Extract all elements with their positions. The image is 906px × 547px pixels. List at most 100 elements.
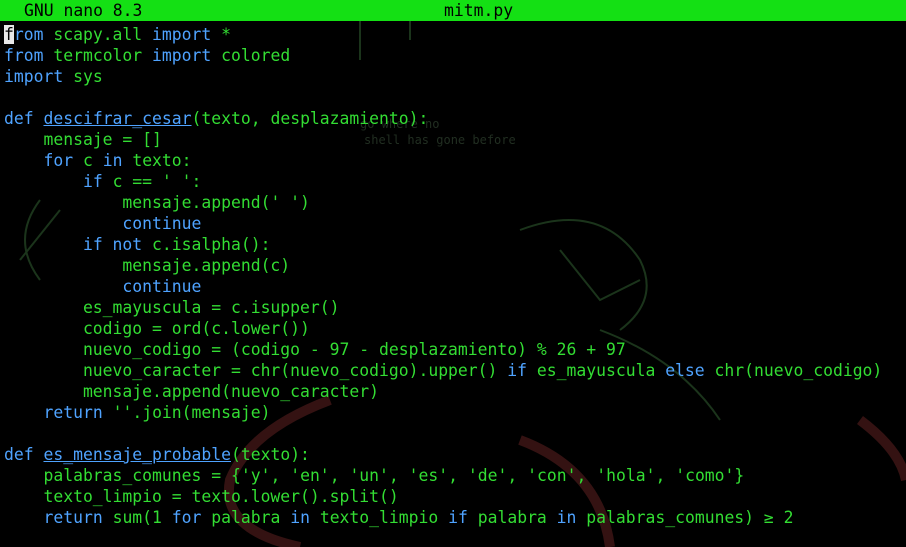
- code-token: 'con': [527, 466, 577, 485]
- code-line: codigo = ord(c.lower()): [4, 318, 882, 339]
- code-token: '': [112, 403, 133, 422]
- code-token: for: [43, 151, 74, 170]
- code-token: mensaje = []: [4, 130, 162, 149]
- code-token: ,: [448, 466, 468, 485]
- code-token: in: [556, 508, 577, 527]
- code-token: nuevo_caracter = chr(nuevo_codigo).upper…: [4, 361, 508, 380]
- code-token: palabra: [201, 508, 291, 527]
- code-token: ): [300, 193, 310, 212]
- code-token: colored: [211, 46, 291, 65]
- code-token: 'es': [408, 466, 449, 485]
- code-token: scapy.all: [43, 25, 153, 44]
- code-token: ,: [388, 466, 409, 485]
- code-line: mensaje.append(nuevo_caracter): [4, 381, 882, 402]
- code-token: ,: [576, 466, 597, 485]
- code-token: else: [665, 361, 705, 380]
- code-token: ,: [655, 466, 676, 485]
- code-token: palabras_comunes = {: [4, 466, 241, 485]
- code-line: mensaje.append(' '): [4, 192, 882, 213]
- code-token: continue: [122, 214, 202, 233]
- code-token: def: [4, 445, 34, 464]
- code-token: c.isalpha():: [142, 235, 271, 254]
- code-token: ' ': [161, 172, 192, 191]
- code-token: nuevo_codigo = (codigo - 97 - desplazami…: [4, 340, 626, 359]
- code-token: chr(nuevo_codigo): [704, 361, 883, 380]
- code-token: palabras_comunes) ≥ 2: [576, 508, 794, 527]
- code-line: import sys: [4, 66, 882, 87]
- code-token: c: [73, 151, 103, 170]
- code-token: def: [4, 109, 34, 128]
- code-token: ,: [507, 466, 528, 485]
- code-token: ,: [270, 466, 291, 485]
- code-token: import: [4, 67, 64, 86]
- code-token: return: [43, 508, 103, 527]
- code-line: mensaje.append(c): [4, 255, 882, 276]
- code-line: from termcolor import colored: [4, 45, 882, 66]
- code-line: continue: [4, 276, 882, 297]
- code-token: if: [448, 508, 468, 527]
- code-token: (texto, desplazamiento):: [191, 109, 429, 128]
- code-token: if: [507, 361, 528, 380]
- code-token: mensaje.append(c): [4, 256, 291, 275]
- code-token: es_mensaje_probable: [43, 445, 231, 464]
- code-token: sum(1: [102, 508, 172, 527]
- code-token: es_mayuscula: [527, 361, 666, 380]
- code-token: 'hola': [596, 466, 656, 485]
- code-token: continue: [122, 277, 202, 296]
- code-line: mensaje = []: [4, 129, 882, 150]
- code-editor-area[interactable]: from scapy.all import *from termcolor im…: [4, 24, 882, 528]
- code-token: .join(mensaje): [132, 403, 271, 422]
- code-token: if: [82, 172, 103, 191]
- code-token: ' ': [270, 193, 301, 212]
- code-token: texto_limpio: [309, 508, 449, 527]
- code-line: nuevo_codigo = (codigo - 97 - desplazami…: [4, 339, 882, 360]
- code-token: texto_limpio = texto.lower().split(): [4, 487, 399, 506]
- code-token: }: [734, 466, 745, 485]
- code-line: es_mayuscula = c.isupper(): [4, 297, 882, 318]
- code-token: import: [152, 25, 212, 44]
- code-line: for c in texto:: [4, 150, 882, 171]
- code-line: texto_limpio = texto.lower().split(): [4, 486, 882, 507]
- code-token: in: [102, 151, 123, 170]
- code-line: return ''.join(mensaje): [4, 402, 882, 423]
- code-token: termcolor: [43, 46, 153, 65]
- code-line: if c == ' ':: [4, 171, 882, 192]
- code-token: c ==: [102, 172, 162, 191]
- code-token: :: [191, 172, 202, 191]
- code-token: es_mayuscula = c.isupper(): [4, 298, 340, 317]
- code-token: 'de': [467, 466, 508, 485]
- code-token: mensaje.append(: [4, 193, 271, 212]
- code-line: if not c.isalpha():: [4, 234, 882, 255]
- code-line: continue: [4, 213, 882, 234]
- code-token: import: [152, 46, 212, 65]
- code-line: return sum(1 for palabra in texto_limpio…: [4, 507, 882, 528]
- code-token: mensaje.append(nuevo_caracter): [4, 382, 379, 401]
- code-line: def es_mensaje_probable(texto):: [4, 444, 882, 465]
- code-line: nuevo_caracter = chr(nuevo_codigo).upper…: [4, 360, 882, 381]
- code-token: for: [171, 508, 202, 527]
- code-token: codigo = ord(c.lower()): [4, 319, 310, 338]
- code-token: sys: [63, 67, 103, 86]
- code-token: return: [43, 403, 103, 422]
- code-token: *: [211, 25, 232, 44]
- code-token: 'y': [240, 466, 271, 485]
- code-line: from scapy.all import *: [4, 24, 882, 45]
- code-token: 'en': [290, 466, 330, 485]
- code-token: in: [290, 508, 310, 527]
- file-name-label: mitm.py: [444, 1, 514, 20]
- nano-version-label: GNU nano 8.3: [24, 1, 143, 20]
- code-line: palabras_comunes = {'y', 'en', 'un', 'es…: [4, 465, 882, 486]
- nano-title-bar: GNU nano 8.3 mitm.py: [0, 0, 906, 21]
